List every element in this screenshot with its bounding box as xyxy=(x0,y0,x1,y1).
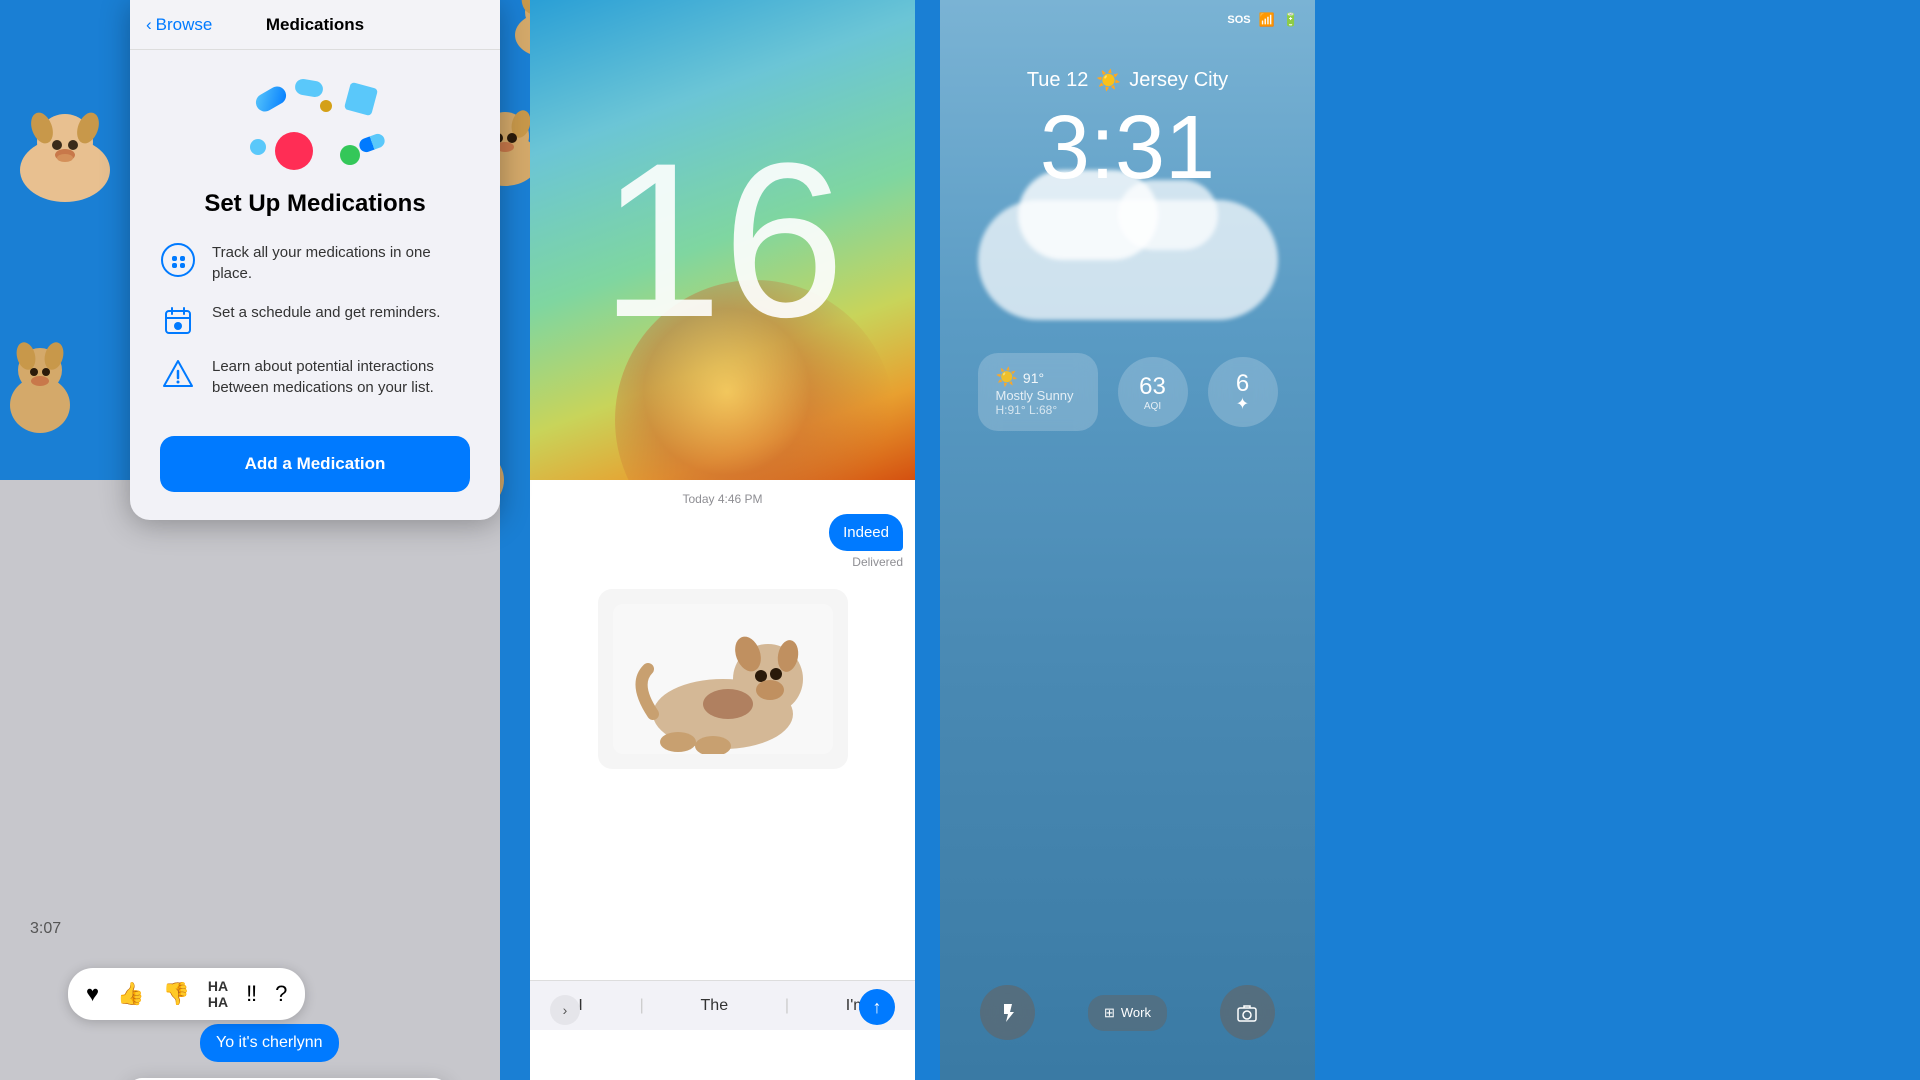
medications-nav-title: Medications xyxy=(266,15,364,35)
conversation-timestamp: Today 4:46 PM xyxy=(530,480,915,514)
dog-sticker-10 xyxy=(0,330,80,440)
messages-conversation-panel: Today 4:46 PM Indeed Delivered xyxy=(530,480,915,1080)
medications-track-icon xyxy=(160,242,196,278)
sent-bubble-indeed: Indeed xyxy=(829,514,903,551)
lockscreen-cloud xyxy=(978,200,1278,320)
clock-panel: 16 xyxy=(530,0,915,480)
lockscreen-uv-sun-icon: ✦ xyxy=(1236,394,1249,414)
lockscreen-city: Jersey City xyxy=(1129,69,1228,92)
reaction-exclaim[interactable]: ‼ xyxy=(246,981,257,1007)
suggestion-2[interactable]: The xyxy=(701,997,729,1015)
work-icon: ⊞ xyxy=(1104,1005,1115,1021)
sos-indicator: SOS xyxy=(1227,14,1250,26)
medications-panel: ‹ Browse Medications Set Up Medications xyxy=(130,0,500,520)
lockscreen-aqi-number: 63 xyxy=(1139,373,1166,401)
lockscreen-date-weather: Tue 12 ☀️ Jersey City xyxy=(940,68,1315,93)
keyboard-suggestions: I | The | I'm xyxy=(530,980,915,1030)
lockscreen-condition: Mostly Sunny xyxy=(996,388,1080,403)
battery-icon: 🔋 xyxy=(1283,12,1299,28)
add-medication-button[interactable]: Add a Medication xyxy=(160,436,470,492)
reaction-thumbsup[interactable]: 👍 xyxy=(117,981,144,1007)
send-button[interactable]: ↑ xyxy=(859,989,895,1025)
lockscreen-widgets: ☀️ 91° Mostly Sunny H:91° L:68° 63 AQI 6… xyxy=(940,353,1315,431)
lockscreen-aqi-widget[interactable]: 63 AQI xyxy=(1118,357,1188,427)
lockscreen-panel: SOS 📶 🔋 Tue 12 ☀️ Jersey City 3:31 ☀️ 91… xyxy=(940,0,1315,1080)
lockscreen-weather-widget[interactable]: ☀️ 91° Mostly Sunny H:91° L:68° xyxy=(978,353,1098,431)
conversation-input-area: › ↑ I | The | I'm xyxy=(530,980,915,1080)
dog-sticker-2 xyxy=(0,100,130,210)
messages-time: 3:07 xyxy=(30,920,61,938)
pill-icon-teal xyxy=(294,78,324,99)
lockscreen-status-bar: SOS 📶 🔋 xyxy=(940,0,1315,28)
back-label[interactable]: Browse xyxy=(156,15,213,35)
sent-message-bubble: Yo it's cherlynn xyxy=(200,1024,339,1062)
lockscreen-aqi-label: AQI xyxy=(1144,401,1161,412)
medications-schedule-icon xyxy=(160,302,196,338)
work-widget[interactable]: ⊞ Work xyxy=(1088,995,1167,1031)
clock-number: 16 xyxy=(600,130,845,350)
back-chevron-icon: ‹ xyxy=(146,15,152,35)
lockscreen-date: Tue 12 xyxy=(1027,69,1089,92)
pill-icon-hex xyxy=(344,82,378,116)
medications-feature-2: Set a schedule and get reminders. xyxy=(160,302,470,338)
reaction-thumbsdown[interactable]: 👎 xyxy=(162,981,189,1007)
conversation-body: Indeed Delivered xyxy=(530,514,915,980)
medications-feature-1: Track all your medications in one place. xyxy=(160,242,470,284)
medications-feature-3-text: Learn about potential interactions betwe… xyxy=(212,356,470,398)
lockscreen-weather-icon: ☀️ xyxy=(1096,68,1121,93)
lockscreen-high-low: H:91° L:68° xyxy=(996,403,1080,417)
work-label: Work xyxy=(1121,1005,1151,1020)
medications-interactions-icon xyxy=(160,356,196,392)
pill-icon-pink xyxy=(275,132,313,170)
delivered-status: Delivered xyxy=(542,555,903,569)
pill-icon-green xyxy=(340,145,360,165)
messages-context-panel: 3:07 ♥ 👍 👎 HAHA ‼ ? Yo it's cherlynn Rep… xyxy=(0,480,500,1080)
medications-feature-2-text: Set a schedule and get reminders. xyxy=(212,302,440,323)
pill-icon-gold xyxy=(320,100,332,112)
right-background xyxy=(1315,0,1920,1080)
medications-feature-3: Learn about potential interactions betwe… xyxy=(160,356,470,398)
lockscreen-uv-widget[interactable]: 6 ✦ xyxy=(1208,357,1278,427)
pill-icon-teal2 xyxy=(250,139,266,155)
lockscreen-temp: ☀️ 91° xyxy=(996,367,1080,388)
lockscreen-bottom-bar: ⊞ Work xyxy=(940,985,1315,1040)
reaction-question[interactable]: ? xyxy=(275,981,287,1007)
sent-message-text: Yo it's cherlynn xyxy=(216,1034,323,1051)
medications-content: Set Up Medications Track all your medica… xyxy=(130,50,500,512)
medications-icon-area xyxy=(245,80,385,170)
medications-nav-bar: ‹ Browse Medications xyxy=(130,0,500,50)
pill-icon-blue xyxy=(253,83,290,115)
suggestion-divider-1: | xyxy=(640,997,644,1015)
dog-image-bubble xyxy=(598,589,848,769)
pill-icon-capsule xyxy=(357,132,386,154)
medications-title: Set Up Medications xyxy=(204,190,425,218)
suggestion-divider-2: | xyxy=(785,997,789,1015)
reaction-bar: ♥ 👍 👎 HAHA ‼ ? xyxy=(68,968,305,1020)
expand-button[interactable]: › xyxy=(550,995,580,1025)
reaction-heart[interactable]: ♥ xyxy=(86,981,99,1007)
medications-back-button[interactable]: ‹ Browse xyxy=(146,15,212,35)
medications-feature-1-text: Track all your medications in one place. xyxy=(212,242,470,284)
camera-button[interactable] xyxy=(1220,985,1275,1040)
wifi-icon: 📶 xyxy=(1259,12,1275,28)
reaction-haha[interactable]: HAHA xyxy=(208,978,228,1010)
flashlight-button[interactable] xyxy=(980,985,1035,1040)
